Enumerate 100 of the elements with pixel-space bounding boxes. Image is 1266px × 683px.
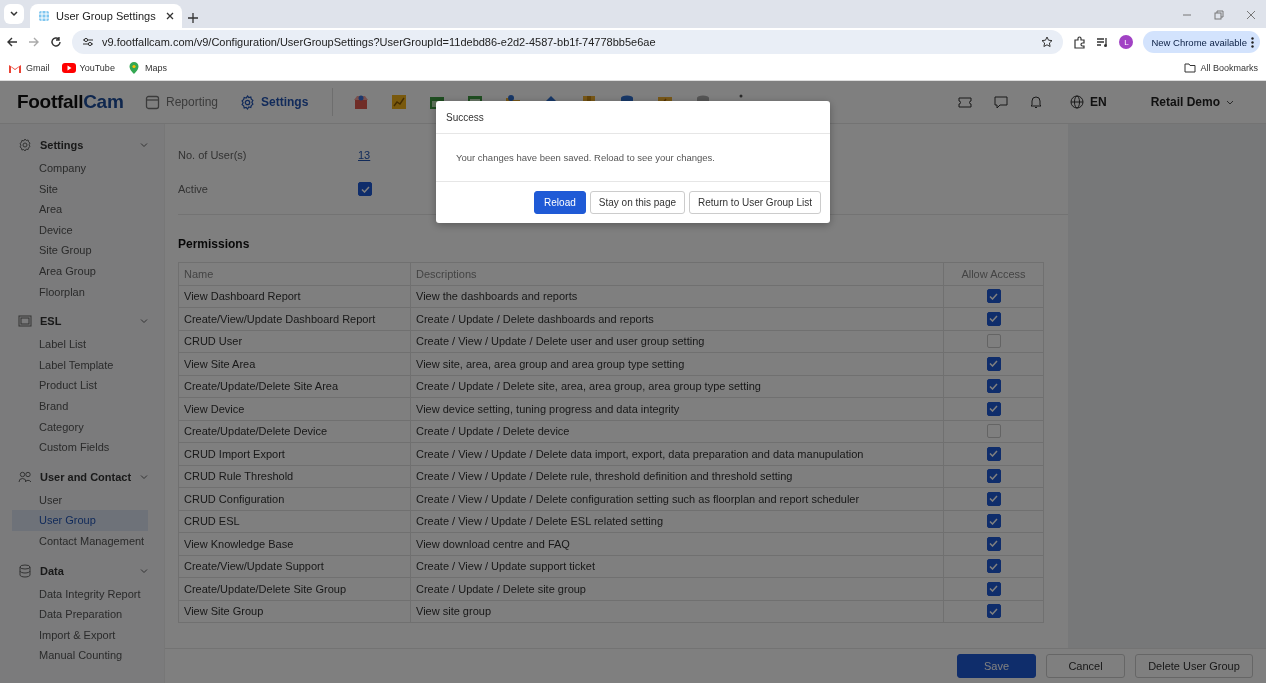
update-button[interactable]: New Chrome available — [1143, 31, 1260, 53]
table-cell: View Device — [178, 397, 411, 420]
mail-icon — [8, 62, 22, 74]
checkbox[interactable] — [986, 356, 1001, 371]
calendar-icon — [145, 94, 160, 110]
play-icon — [61, 62, 76, 74]
close-icon[interactable] — [166, 12, 174, 20]
checkbox[interactable] — [986, 334, 1001, 349]
sidebar-item[interactable]: User Group — [12, 510, 148, 531]
nav-tab[interactable]: Settings — [240, 94, 309, 110]
sidebar-item[interactable]: Product List — [12, 375, 148, 396]
sidebar-item[interactable]: Area — [12, 199, 148, 220]
user-count-link[interactable]: 13 — [358, 149, 371, 161]
sidebar-item[interactable]: Site — [12, 178, 148, 200]
folder-icon — [1184, 63, 1197, 73]
column-header: Descriptions — [410, 262, 944, 285]
table-cell: Create/Update/Delete Site Area — [178, 375, 411, 398]
table-cell: View site, area, area group and area group type setting — [410, 352, 944, 375]
sidebar-item[interactable]: Area Group — [12, 260, 148, 282]
checkbox[interactable] — [986, 469, 1001, 484]
sidebar-item[interactable]: Brand — [12, 395, 148, 417]
reload-button[interactable]: Reload — [534, 191, 586, 214]
checkbox[interactable] — [986, 424, 1001, 439]
checkbox[interactable] — [986, 289, 1001, 304]
bookmark-link[interactable]: Gmail — [8, 62, 50, 74]
browser-tab[interactable]: User Group Settings — [30, 4, 182, 28]
tab-search-button[interactable] — [4, 4, 24, 24]
tune-icon — [82, 37, 94, 47]
sidebar-item[interactable]: Custom Fields — [12, 437, 148, 458]
media-queue-icon[interactable] — [1096, 36, 1110, 48]
bookmark-link[interactable]: Maps — [126, 62, 167, 74]
sidebar-item[interactable]: Contact Management — [12, 530, 148, 552]
checkbox[interactable] — [986, 536, 1001, 551]
checkbox[interactable] — [986, 379, 1001, 394]
checkbox[interactable] — [986, 446, 1001, 461]
table-cell: CRUD User — [178, 330, 411, 353]
sidebar-item[interactable]: User — [12, 489, 148, 511]
checkbox[interactable] — [986, 581, 1001, 596]
globe-icon — [1069, 95, 1084, 109]
sidebar-item[interactable]: Device — [12, 219, 148, 241]
checkbox[interactable] — [986, 311, 1001, 326]
address-bar[interactable]: v9.footfallcam.com/v9/Configuration/UserGroupSettings?UserGroupId=11debd86-e2d2-4587-bb1f-74778bb5e6ae — [72, 30, 1064, 54]
chat-icon[interactable] — [993, 95, 1008, 109]
dialog-button[interactable]: Return to User Group List — [689, 191, 821, 214]
table-cell: Create / Update / Delete device — [410, 420, 944, 443]
bookmark-link[interactable]: YouTube — [61, 62, 115, 74]
bookmark-link[interactable]: All Bookmarks — [1184, 63, 1258, 73]
table-cell: Create / View / Update / Delete data import, export, data preparation and data manupulation — [410, 442, 944, 465]
sidebar-item[interactable]: Label List — [12, 334, 148, 355]
gear-icon — [240, 94, 256, 110]
sidebar-section-header[interactable]: Settings — [12, 135, 148, 155]
star-icon[interactable] — [1041, 36, 1054, 48]
checkbox[interactable] — [986, 401, 1001, 416]
dialog-button[interactable]: Stay on this page — [589, 191, 686, 214]
extensions-icon[interactable] — [1073, 35, 1087, 49]
plus-icon[interactable] — [188, 13, 198, 23]
sidebar-section-header[interactable]: Data — [12, 560, 148, 581]
sidebar-item[interactable]: Category — [12, 416, 148, 438]
sidebar-item[interactable]: Data Preparation — [12, 604, 148, 625]
field-label: No. of User(s) — [178, 149, 248, 161]
nav-tab[interactable]: Reporting — [145, 94, 219, 110]
sidebar-section-header[interactable]: ESL — [12, 311, 148, 332]
checkbox[interactable] — [986, 514, 1001, 529]
grid-icon — [38, 10, 50, 22]
checkbox[interactable] — [986, 491, 1001, 506]
gear-icon — [18, 138, 32, 152]
sidebar-item[interactable]: Import & Export — [12, 624, 148, 646]
profile-avatar[interactable]: L — [1119, 35, 1134, 49]
checkbox[interactable] — [986, 604, 1001, 619]
reload-icon[interactable] — [50, 36, 62, 48]
footer-button[interactable]: Delete User Group — [1135, 654, 1253, 678]
sidebar-item[interactable]: Data Integrity Report — [12, 583, 148, 605]
ticket-icon[interactable] — [957, 96, 972, 108]
checkbox[interactable] — [986, 559, 1001, 574]
back-icon[interactable] — [6, 36, 18, 48]
forward-icon[interactable] — [28, 36, 40, 48]
bell-icon[interactable] — [1029, 95, 1042, 109]
restore-icon[interactable] — [1214, 10, 1224, 20]
dialog-title: Success — [436, 101, 830, 134]
footer-button[interactable]: Cancel — [1046, 654, 1125, 678]
monitor-icon — [18, 314, 32, 329]
checkbox[interactable] — [358, 182, 372, 196]
table-cell: Create / View / Update / Delete user and user group setting — [410, 330, 944, 353]
sidebar-item[interactable]: Label Template — [12, 354, 148, 376]
language-selector[interactable]: EN — [1063, 94, 1113, 110]
database-icon — [18, 563, 32, 578]
sidebar-item[interactable]: Company — [12, 158, 148, 179]
store-icon[interactable] — [353, 94, 370, 110]
sidebar-item[interactable]: Site Group — [12, 240, 148, 261]
table-cell: Create / View / Update / Delete configuration setting such as floorplan and report scheduler — [410, 487, 944, 510]
account-menu[interactable]: Retail Demo — [1144, 94, 1240, 110]
chart-board-icon[interactable] — [391, 94, 408, 110]
more-icon — [1251, 36, 1254, 48]
sidebar-item[interactable]: Floorplan — [12, 281, 148, 303]
table-cell: View Site Group — [178, 600, 411, 623]
dialog-message: Your changes have been saved. Reload to see your changes. — [436, 134, 830, 182]
sidebar-item[interactable]: Manual Counting — [12, 645, 148, 666]
save-button[interactable]: Save — [957, 654, 1036, 678]
sidebar-section-header[interactable]: User and Contact — [12, 466, 148, 487]
table-cell: CRUD Configuration — [178, 487, 411, 510]
